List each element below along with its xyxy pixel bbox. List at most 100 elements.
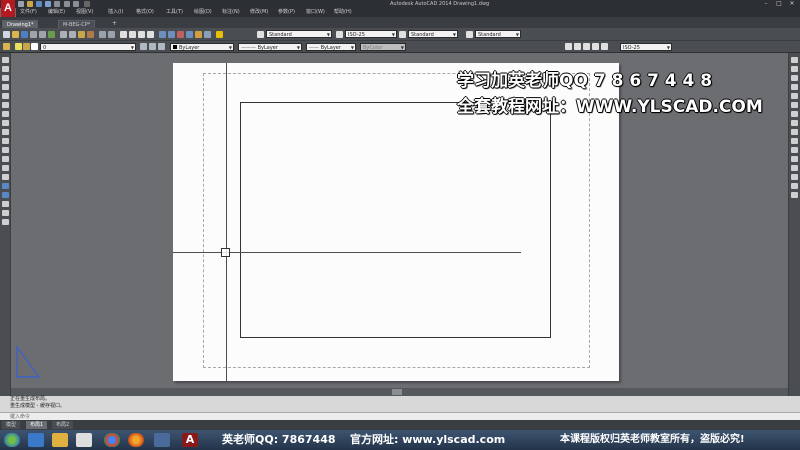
tool-palettes-icon[interactable] — [177, 31, 184, 38]
menu-format[interactable]: 格式(O) — [136, 8, 154, 17]
command-line[interactable]: 键入命令 — [0, 412, 800, 420]
table-icon[interactable] — [2, 210, 9, 216]
tab-m-beg-cp[interactable]: M-BEG-CP* — [58, 20, 96, 28]
trim-icon[interactable] — [791, 138, 798, 144]
maximize-button[interactable]: □ — [773, 0, 785, 8]
menu-edit[interactable]: 编辑(E) — [48, 8, 65, 17]
redo-icon[interactable] — [108, 31, 115, 38]
menu-view[interactable]: 视图(V) — [76, 8, 93, 17]
plot-icon[interactable] — [30, 31, 37, 38]
offset-icon[interactable] — [791, 84, 798, 90]
firefox-icon[interactable] — [128, 433, 144, 447]
properties-icon[interactable] — [159, 31, 166, 38]
extend-icon[interactable] — [791, 147, 798, 153]
insert-block-icon[interactable] — [2, 156, 9, 162]
layout-viewport[interactable] — [240, 102, 551, 338]
region-icon[interactable] — [2, 201, 9, 207]
media-player-icon[interactable] — [76, 433, 92, 447]
design-center-icon[interactable] — [168, 31, 175, 38]
horizontal-scrollbar[interactable] — [11, 388, 788, 396]
text-style-select[interactable]: Standard ▼ — [266, 30, 332, 38]
tab-model[interactable]: 模型 — [2, 421, 21, 429]
pan-icon[interactable] — [120, 31, 127, 38]
scrollbar-thumb[interactable] — [392, 389, 402, 395]
match-properties-icon[interactable] — [87, 31, 94, 38]
explode-icon[interactable] — [791, 192, 798, 198]
menu-insert[interactable]: 插入(I) — [108, 8, 123, 17]
menu-window[interactable]: 窗口(W) — [306, 8, 325, 17]
menu-draw[interactable]: 绘图(D) — [194, 8, 212, 17]
rectangle-icon[interactable] — [2, 93, 9, 99]
layer-previous-icon[interactable] — [149, 43, 156, 50]
array-icon[interactable] — [791, 93, 798, 99]
redo-icon[interactable] — [73, 1, 79, 7]
zoom-extents-icon[interactable] — [592, 43, 599, 50]
circle-icon[interactable] — [2, 111, 9, 117]
multiline-text-icon[interactable] — [2, 219, 9, 225]
publish-icon[interactable] — [48, 31, 55, 38]
zoom-window-icon[interactable] — [138, 31, 145, 38]
menu-tools[interactable]: 工具(T) — [166, 8, 183, 17]
calculator-icon[interactable] — [204, 31, 211, 38]
cut-icon[interactable] — [60, 31, 67, 38]
polyline-icon[interactable] — [2, 75, 9, 81]
copy-object-icon[interactable] — [791, 66, 798, 72]
polygon-icon[interactable] — [2, 84, 9, 90]
help-icon[interactable] — [216, 31, 223, 38]
tab-layout1[interactable]: 布局1 — [26, 421, 48, 429]
tab-drawing1[interactable]: Drawing1* — [2, 20, 39, 28]
plot-style-select[interactable]: ByColor ▼ — [360, 43, 406, 51]
annotation-scale-select[interactable]: ISO-25 ▼ — [620, 43, 672, 51]
menu-modify[interactable]: 修改(M) — [250, 8, 268, 17]
ellipse-icon[interactable] — [2, 138, 9, 144]
rotate-icon[interactable] — [791, 111, 798, 117]
scale-icon[interactable] — [791, 120, 798, 126]
save-icon[interactable] — [21, 31, 28, 38]
zoom-previous-icon[interactable] — [601, 43, 608, 50]
markup-icon[interactable] — [195, 31, 202, 38]
explorer-icon[interactable] — [28, 433, 44, 447]
ellipse-arc-icon[interactable] — [2, 147, 9, 153]
menu-help[interactable]: 帮助(H) — [334, 8, 352, 17]
dim-style-select[interactable]: ISO-25 ▼ — [345, 30, 397, 38]
make-block-icon[interactable] — [2, 165, 9, 171]
paste-icon[interactable] — [78, 31, 85, 38]
zoom-window-icon[interactable] — [565, 43, 572, 50]
undo-icon[interactable] — [64, 1, 70, 7]
print-icon[interactable] — [54, 1, 60, 7]
save-as-icon[interactable] — [45, 1, 51, 7]
fillet-icon[interactable] — [791, 183, 798, 189]
minimize-button[interactable]: – — [760, 0, 772, 8]
folder-icon[interactable] — [52, 433, 68, 447]
menu-file[interactable]: 文件(F) — [20, 8, 37, 17]
new-tab-icon[interactable]: + — [112, 20, 117, 27]
start-button-icon[interactable] — [4, 433, 20, 447]
autocad-taskbar-icon[interactable]: A — [182, 433, 198, 447]
undo-icon[interactable] — [99, 31, 106, 38]
mirror-icon[interactable] — [791, 75, 798, 81]
chrome-icon[interactable] — [104, 433, 120, 447]
erase-icon[interactable] — [791, 57, 798, 63]
layer-state-icon[interactable] — [158, 43, 165, 50]
hatch-icon[interactable] — [2, 183, 9, 189]
save-icon[interactable] — [36, 1, 42, 7]
revision-cloud-icon[interactable] — [2, 120, 9, 126]
open-icon[interactable] — [12, 31, 19, 38]
table-style-select[interactable]: Standard ▼ — [408, 30, 458, 38]
menu-dimension[interactable]: 标注(N) — [222, 8, 240, 17]
quick-access-dropdown-icon[interactable] — [84, 1, 90, 7]
close-button[interactable]: ✕ — [786, 0, 798, 8]
stretch-icon[interactable] — [791, 129, 798, 135]
color-select[interactable]: ByLayer ▼ — [170, 43, 234, 51]
qnew-icon[interactable] — [3, 31, 10, 38]
lineweight-select[interactable]: —— ByLayer ▼ — [306, 43, 356, 51]
chamfer-icon[interactable] — [791, 174, 798, 180]
zoom-previous-icon[interactable] — [147, 31, 154, 38]
line-icon[interactable] — [2, 57, 9, 63]
break-icon[interactable] — [791, 156, 798, 162]
open-folder-icon[interactable] — [27, 1, 33, 7]
orbit-icon[interactable] — [583, 43, 590, 50]
layer-properties-icon[interactable] — [3, 43, 10, 50]
mleader-style-select[interactable]: Standard ▼ — [475, 30, 521, 38]
arc-icon[interactable] — [2, 102, 9, 108]
